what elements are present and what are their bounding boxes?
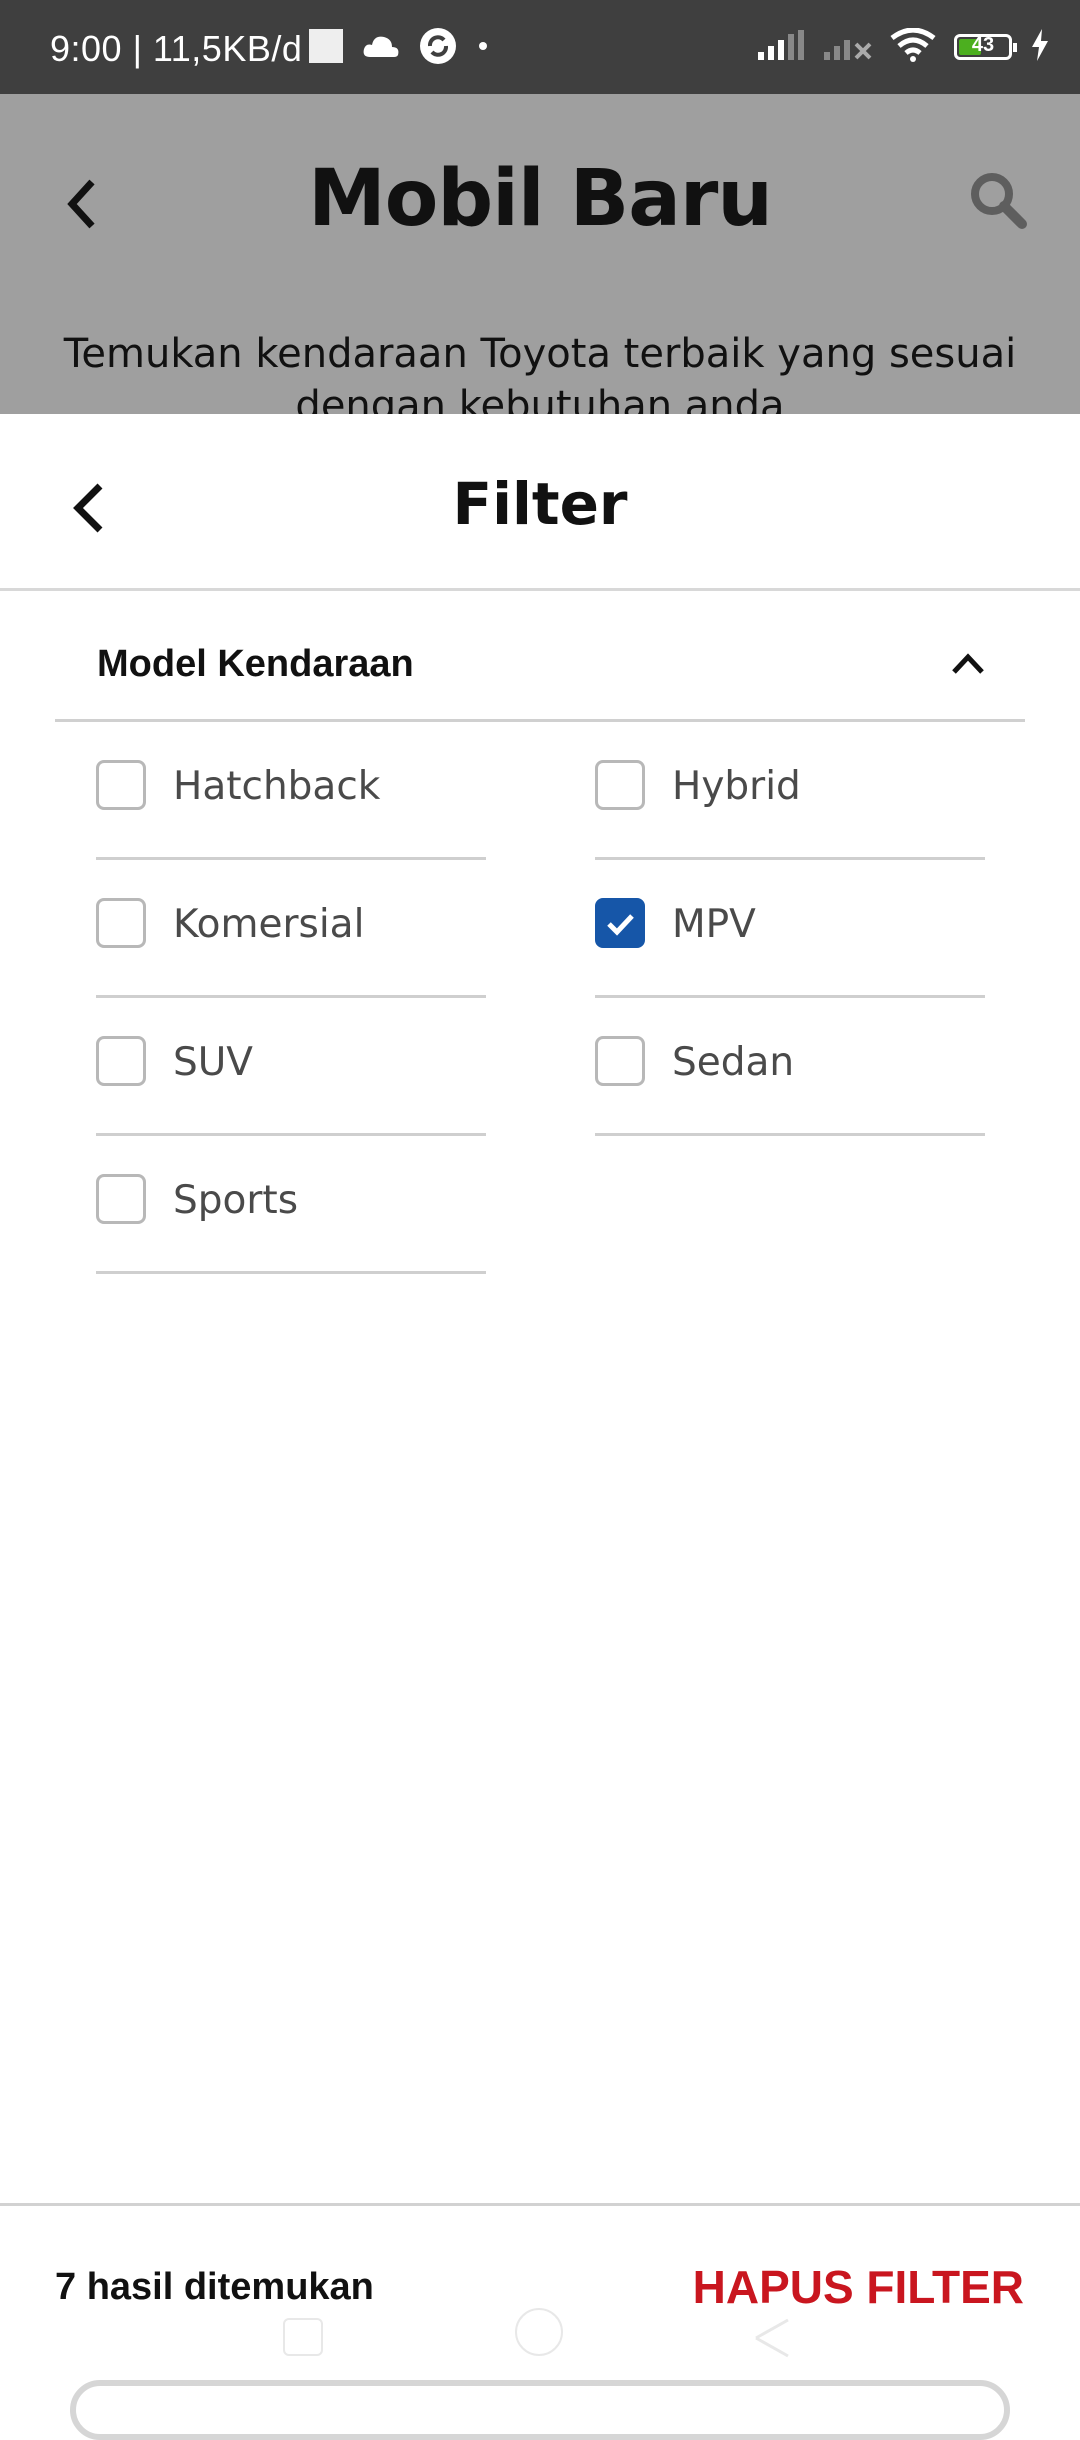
checkmark-icon: [607, 914, 634, 936]
filter-option[interactable]: SUV: [96, 998, 486, 1136]
filter-title: Filter: [452, 470, 628, 538]
model-section-toggle[interactable]: Model Kendaraan: [55, 591, 1025, 719]
filter-option-label: Hybrid: [672, 764, 801, 809]
filter-option-label: Hatchback: [173, 764, 381, 809]
page-title: Mobil Baru: [308, 154, 773, 244]
filter-option[interactable]: Komersial: [96, 860, 486, 998]
filter-option-label: Sedan: [672, 1040, 795, 1085]
checkbox[interactable]: [96, 1174, 146, 1224]
sync-icon: [418, 26, 458, 71]
status-system-icons: 43: [758, 22, 1050, 72]
results-count: 7 hasil ditemukan: [55, 2266, 374, 2308]
checkbox-checked[interactable]: [595, 898, 645, 948]
status-bar: 9:00 | 11,5KB/d 43: [0, 0, 1080, 94]
filter-option[interactable]: Sedan: [595, 998, 985, 1136]
option-divider: [595, 1133, 985, 1136]
notification-square-icon: [308, 28, 344, 69]
filter-option-label: SUV: [173, 1040, 253, 1085]
section-title: Model Kendaraan: [97, 643, 414, 685]
system-back-icon[interactable]: [752, 2318, 792, 2358]
filter-header: Filter: [0, 414, 1080, 588]
battery-level: 43: [971, 34, 995, 56]
status-notification-icons: [308, 26, 490, 71]
checkbox[interactable]: [96, 898, 146, 948]
cloud-icon: [362, 33, 400, 64]
filter-option[interactable]: Hybrid: [595, 722, 985, 860]
recent-apps-icon[interactable]: [283, 2318, 323, 2356]
filter-sheet: Filter Model Kendaraan Hatchback Hybrid Ko…: [0, 414, 1080, 2400]
filter-option-label: Sports: [173, 1178, 299, 1223]
background-page-overlay[interactable]: Mobil Baru Temukan kendaraan Toyota terb…: [0, 94, 1080, 429]
checkbox[interactable]: [595, 760, 645, 810]
filter-option[interactable]: Sports: [96, 1136, 486, 1274]
charging-icon: [1030, 28, 1050, 66]
filter-option-label: Komersial: [173, 902, 365, 947]
search-icon[interactable]: [966, 168, 1030, 232]
checkbox[interactable]: [595, 1036, 645, 1086]
gesture-bar[interactable]: [70, 2380, 1010, 2440]
filter-option[interactable]: Hatchback: [96, 722, 486, 860]
battery-tip: [1013, 43, 1017, 52]
checkbox[interactable]: [96, 760, 146, 810]
clear-filter-button[interactable]: HAPUS FILTER: [693, 2260, 1024, 2314]
signal-no-service-icon: [824, 30, 872, 65]
battery-icon: 43: [954, 34, 1017, 60]
filter-option-label: MPV: [672, 902, 756, 947]
option-divider: [96, 1271, 486, 1274]
dot-icon: [476, 39, 490, 58]
chevron-up-icon: [951, 651, 985, 675]
footer-divider: [0, 2203, 1080, 2206]
filter-option[interactable]: MPV: [595, 860, 985, 998]
checkbox[interactable]: [96, 1036, 146, 1086]
status-time: 9:00 | 11,5KB/d: [50, 28, 303, 69]
home-icon[interactable]: [515, 2308, 563, 2356]
wifi-icon: [890, 27, 936, 67]
signal-icon: [758, 29, 806, 65]
